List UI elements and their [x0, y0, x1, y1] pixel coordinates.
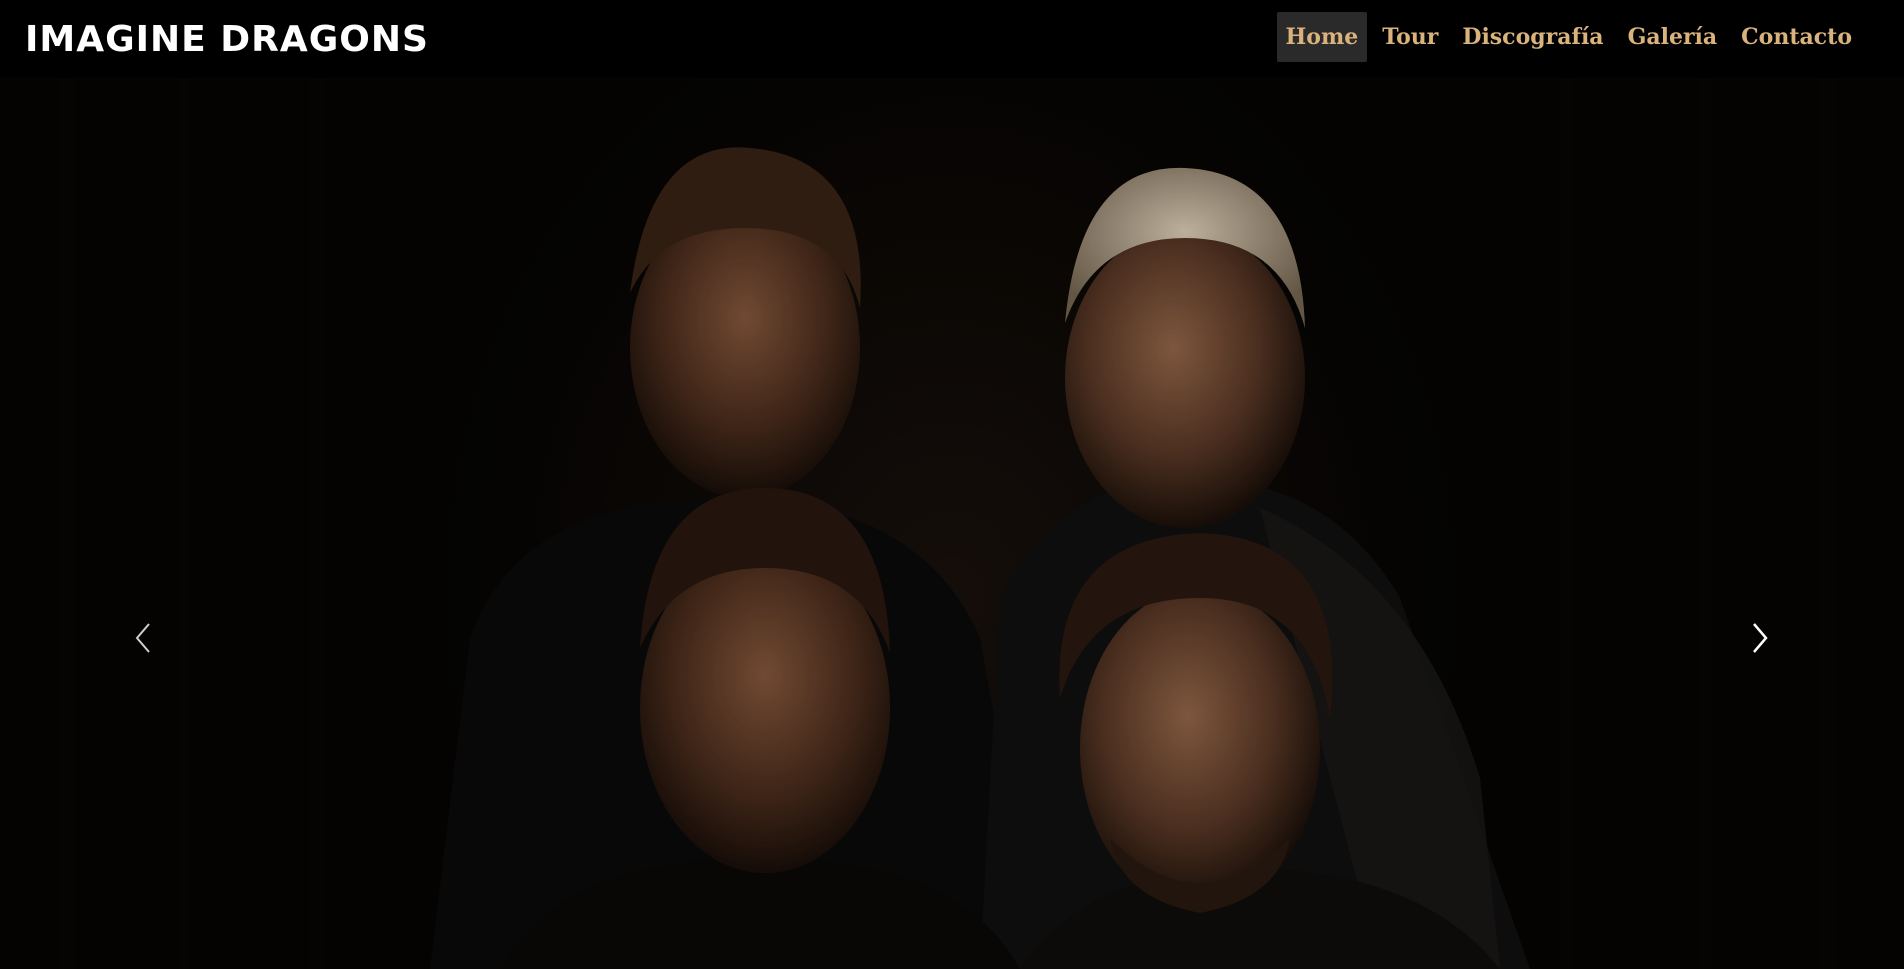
chevron-left-icon: [135, 623, 150, 653]
nav-link-discografia[interactable]: Discografía: [1453, 12, 1612, 62]
nav-link-home[interactable]: Home: [1276, 12, 1368, 62]
carousel-next-button[interactable]: [1730, 588, 1790, 688]
band-photo-image: [0, 78, 1904, 969]
top-navbar: IMAGINE DRAGONS Home Tour Discografía Ga…: [0, 0, 1904, 78]
brand-logo-text: IMAGINE DRAGONS: [25, 18, 429, 60]
nav-link-galeria[interactable]: Galería: [1619, 12, 1727, 62]
hero-slide-band-photo: [0, 78, 1904, 969]
nav-link-contacto[interactable]: Contacto: [1732, 12, 1861, 62]
nav-menu: Home Tour Discografía Galería Contacto: [1276, 12, 1862, 62]
nav-link-tour[interactable]: Tour: [1373, 12, 1447, 62]
chevron-right-icon: [1753, 623, 1768, 653]
carousel-prev-button[interactable]: [113, 588, 173, 688]
hero-carousel: [0, 78, 1904, 969]
brand-logo[interactable]: IMAGINE DRAGONS: [25, 18, 429, 60]
